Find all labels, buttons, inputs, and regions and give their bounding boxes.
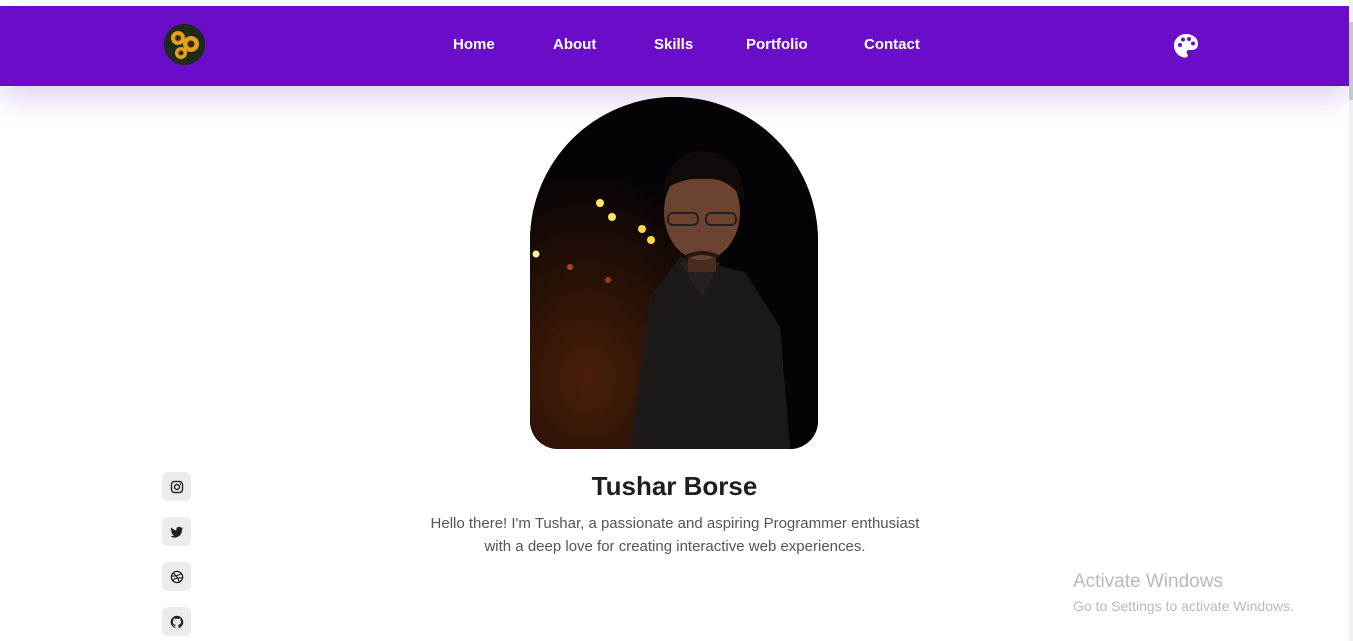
instagram-icon xyxy=(170,480,183,493)
nav-home[interactable]: Home xyxy=(453,36,495,53)
hero-bio-line2: with a deep love for creating interactiv… xyxy=(484,538,866,555)
nav-contact[interactable]: Contact xyxy=(864,36,920,53)
watermark-title: Activate Windows xyxy=(1073,571,1223,592)
portrait-illustration xyxy=(530,97,818,449)
twitter-link[interactable] xyxy=(162,517,191,546)
nav-links: Home About Skills Portfolio Contact xyxy=(0,6,1349,86)
page-scrollbar[interactable] xyxy=(1349,0,1353,641)
navbar: Home About Skills Portfolio Contact xyxy=(0,6,1349,86)
dribbble-link[interactable] xyxy=(162,562,191,591)
twitter-icon xyxy=(169,526,183,538)
hero-bio-line1: Hello there! I'm Tushar, a passionate an… xyxy=(430,515,920,532)
nav-about[interactable]: About xyxy=(553,36,596,53)
watermark-subtitle: Go to Settings to activate Windows. xyxy=(1073,598,1294,614)
scrollbar-thumb[interactable] xyxy=(1349,22,1353,100)
instagram-link[interactable] xyxy=(162,472,191,501)
profile-photo xyxy=(530,97,818,449)
hero-name: Tushar Borse xyxy=(591,471,758,501)
nav-portfolio[interactable]: Portfolio xyxy=(746,36,808,53)
github-icon xyxy=(170,615,183,628)
hero-bio: Hello there! I'm Tushar, a passionate an… xyxy=(400,512,950,558)
dribbble-icon xyxy=(170,570,183,583)
github-link[interactable] xyxy=(162,607,191,636)
windows-activation-watermark: Activate Windows Go to Settings to activ… xyxy=(1073,571,1294,617)
nav-skills[interactable]: Skills xyxy=(654,36,693,53)
palette-icon[interactable] xyxy=(1173,33,1199,59)
